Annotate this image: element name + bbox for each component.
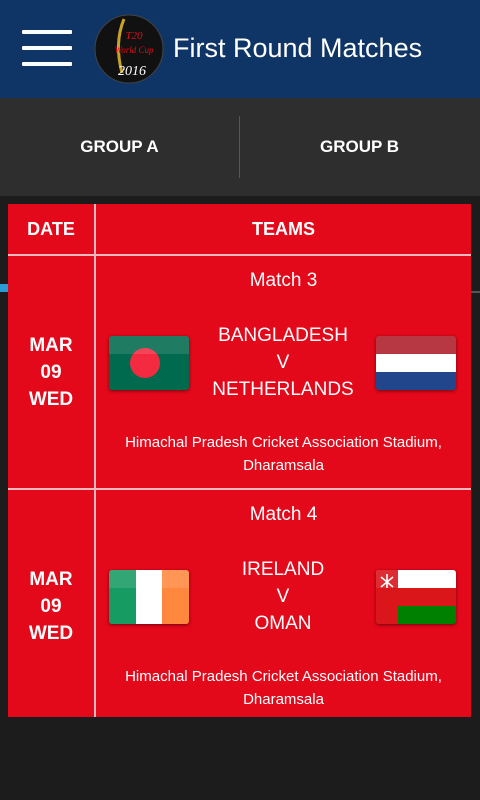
table-header-row: DATE TEAMS (8, 204, 471, 254)
ireland-flag-icon (109, 570, 189, 624)
date-day: 09 (40, 361, 62, 383)
versus-label: V (276, 352, 290, 373)
venue-line-1: Himachal Pradesh Cricket Association Sta… (125, 434, 442, 451)
venue-line-1: Himachal Pradesh Cricket Association Sta… (125, 668, 442, 685)
date-month: MAR (29, 334, 73, 356)
venue-line-2: Dharamsala (243, 691, 324, 708)
page-title: First Round Matches (173, 33, 423, 63)
date-weekday: WED (28, 622, 74, 644)
netherlands-flag-icon (376, 336, 456, 390)
logo-text-t20: T20 (125, 30, 143, 42)
date-day: 09 (40, 595, 62, 617)
match-number: Match 3 (249, 270, 318, 291)
team-home: IRELAND (241, 559, 325, 580)
match-venue: Himachal Pradesh Cricket Association Sta… (96, 431, 471, 477)
team-away: OMAN (254, 613, 312, 634)
match-teams: IRELAND V OMAN (190, 556, 376, 637)
versus-label: V (276, 586, 290, 607)
team-away: NETHERLANDS (212, 379, 354, 400)
venue-line-2: Dharamsala (243, 457, 324, 474)
t20-world-cup-logo: T20 World Cup 2016 (94, 14, 164, 84)
matches-table: DATE TEAMS MAR 09 WED Match 3 BANGLADESH… (8, 204, 471, 717)
tab-bar: GROUP A GROUP B (0, 98, 480, 293)
match-date: MAR 09 WED (8, 256, 94, 488)
match-teams: BANGLADESH V NETHERLANDS (190, 322, 376, 403)
tab-group-b[interactable]: GROUP B (240, 98, 479, 196)
match-row[interactable]: MAR 09 WED Match 3 BANGLADESH V NETHERLA… (8, 256, 471, 488)
team-home: BANGLADESH (218, 325, 348, 346)
date-month: MAR (29, 568, 73, 590)
tab-group-a[interactable]: GROUP A (0, 98, 239, 196)
match-row[interactable]: MAR 09 WED Match 4 IRELAND V OMAN Himach… (8, 490, 471, 722)
logo-text-world-cup: World Cup (115, 45, 154, 55)
match-number: Match 4 (249, 504, 318, 525)
bangladesh-flag-icon (109, 336, 189, 390)
app-bar: T20 World Cup 2016 First Round Matches (0, 0, 480, 98)
oman-flag-icon (376, 570, 456, 624)
date-weekday: WED (28, 388, 74, 410)
teams-column-header: TEAMS (252, 218, 315, 239)
date-column-header: DATE (27, 218, 75, 239)
match-date: MAR 09 WED (8, 490, 94, 722)
match-venue: Himachal Pradesh Cricket Association Sta… (96, 665, 471, 711)
hamburger-menu-icon[interactable] (22, 28, 72, 68)
logo-text-year: 2016 (118, 64, 146, 79)
